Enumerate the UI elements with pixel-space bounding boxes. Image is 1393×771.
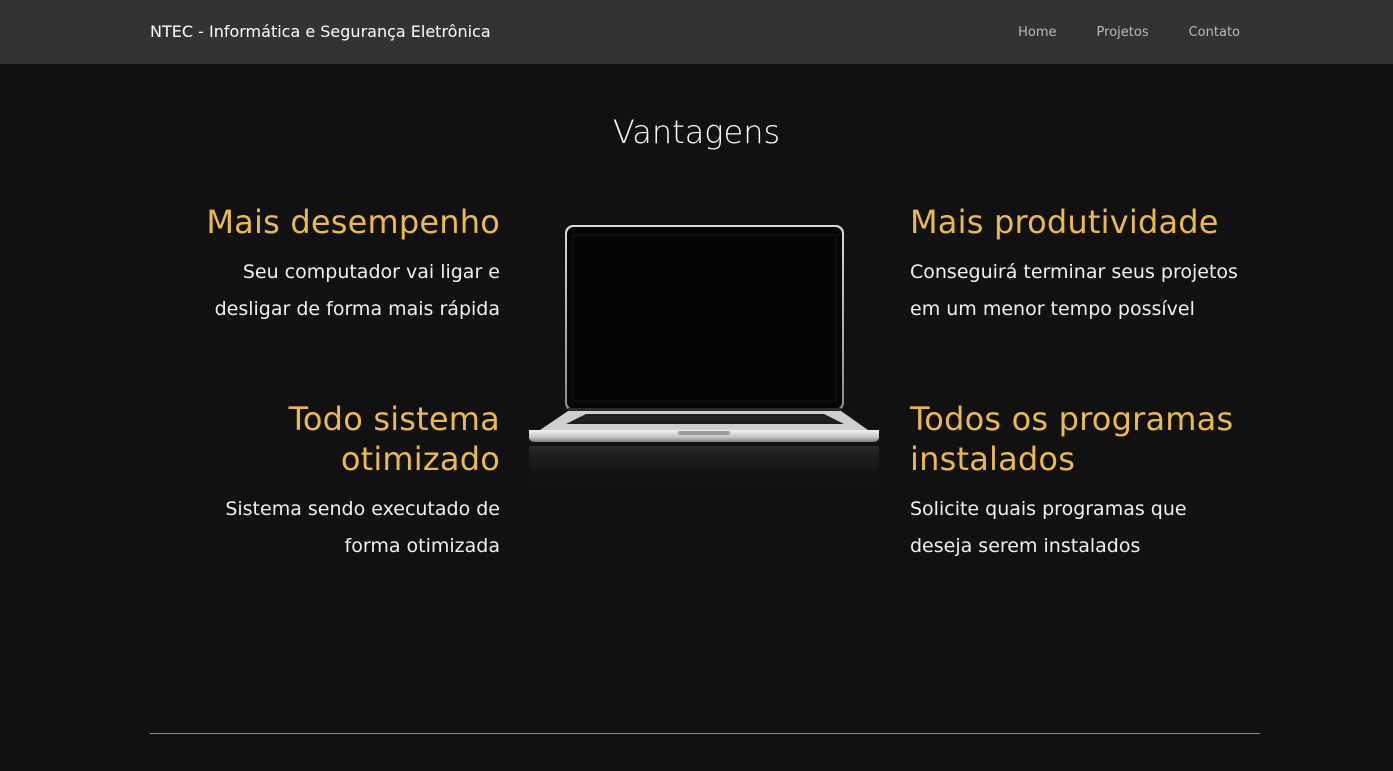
feature-text: Solicite quais programas que deseja sere… xyxy=(910,498,1187,557)
laptop-icon xyxy=(529,225,879,486)
feature-todo-sistema-otimizado: Todo sistema otimizado Sistema sendo exe… xyxy=(140,399,500,565)
nav-link-projetos[interactable]: Projetos xyxy=(1097,25,1149,40)
feature-title: Todos os programas instalados xyxy=(910,400,1234,478)
navbar: NTEC - Informática e Segurança Eletrônic… xyxy=(0,0,1393,64)
laptop-image xyxy=(528,224,880,494)
feature-text: Sistema sendo executado de forma otimiza… xyxy=(225,498,500,557)
nav-menu: Home Projetos Contato xyxy=(978,0,1240,64)
feature-mais-produtividade: Mais produtividade Conseguirá terminar s… xyxy=(910,202,1270,328)
feature-title: Todo sistema otimizado xyxy=(288,400,500,478)
brand-link[interactable]: NTEC - Informática e Segurança Eletrônic… xyxy=(150,20,491,44)
nav-link-contato[interactable]: Contato xyxy=(1189,25,1240,40)
feature-mais-desempenho: Mais desempenho Seu computador vai ligar… xyxy=(140,202,500,328)
feature-todos-os-programas-instalados: Todos os programas instalados Solicite q… xyxy=(910,399,1270,565)
section-divider xyxy=(150,733,1260,734)
feature-title: Mais desempenho xyxy=(206,203,500,241)
nav-link-home[interactable]: Home xyxy=(1018,25,1056,40)
feature-text: Conseguirá terminar seus projetos em um … xyxy=(910,261,1238,320)
feature-title: Mais produtividade xyxy=(910,203,1219,241)
feature-text: Seu computador vai ligar e desligar de f… xyxy=(214,261,500,320)
section-title: Vantagens xyxy=(612,113,781,151)
